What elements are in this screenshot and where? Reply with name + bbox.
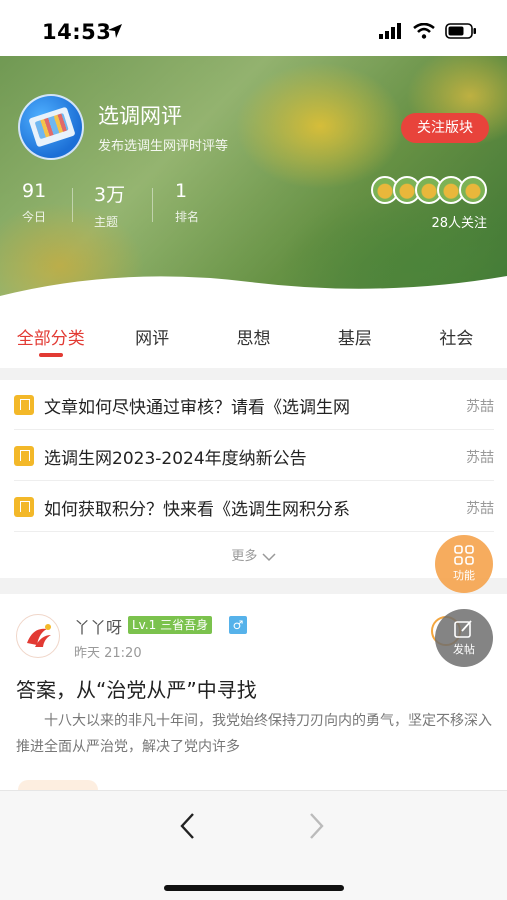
tab-label: 思想: [236, 329, 271, 349]
grid-icon: [454, 545, 474, 565]
new-post-label: 发帖: [453, 643, 475, 656]
status-bar: 14:53: [0, 0, 507, 56]
post-excerpt: 十八大以来的非凡十年间，我党始终保持刀刃向内的勇气，坚定不移深入推进全面从严治党…: [16, 713, 492, 755]
pin-icon: [14, 497, 34, 517]
tab-society[interactable]: 社会: [406, 316, 507, 368]
level-badge: Lv.1 三省吾身: [128, 616, 213, 634]
battery-icon: [445, 23, 476, 39]
bottom-nav-bar: [0, 790, 507, 900]
thread-title: 如何获取积分？快来看《选调生网积分系: [44, 500, 350, 520]
stat-label: 排名: [175, 210, 200, 224]
divider: [72, 188, 73, 222]
stat-topics: 3万 主题: [94, 180, 125, 230]
post-title[interactable]: 答案，从“治党从严”中寻找: [16, 674, 257, 703]
function-label: 功能: [453, 569, 475, 582]
stat-value: 1: [175, 180, 188, 202]
tab-label: 网评: [135, 329, 170, 349]
board-title: 选调网评: [98, 104, 182, 128]
thread-card[interactable]: 丫丫呀 Lv.1 三省吾身 ♂ 昨天 21:20 答案，从“治党从严”中寻找 十…: [0, 594, 507, 790]
board-header: 选调网评 发布选调生网评时评等 关注版块 91 今日 3万 主题 1 排名 28…: [0, 56, 507, 316]
tab-thought[interactable]: 思想: [203, 316, 304, 368]
follow-board-button[interactable]: 关注版块: [401, 113, 489, 143]
board-description: 发布选调生网评时评等: [98, 139, 229, 154]
chevron-right-icon[interactable]: [308, 811, 326, 841]
stat-value: 3万: [94, 184, 126, 206]
follower-avatars[interactable]: [371, 176, 487, 204]
tab-label: 社会: [439, 329, 474, 349]
stat-label: 今日: [22, 210, 47, 224]
edit-icon: [454, 620, 472, 638]
header-wave: [0, 276, 507, 316]
status-icons: [379, 23, 477, 39]
thread-title: 文章如何尽快通过审核？请看《选调生网: [44, 398, 350, 418]
signal-icon: [379, 23, 401, 39]
gender-icon: ♂: [229, 616, 247, 634]
pin-icon: [14, 395, 34, 415]
tab-grassroots[interactable]: 基层: [304, 316, 405, 368]
home-indicator: [164, 885, 344, 891]
wifi-icon: [413, 23, 435, 39]
status-time: 14:53: [42, 20, 112, 44]
stat-rank: 1 排名: [175, 180, 199, 225]
tab-commentary[interactable]: 网评: [101, 316, 202, 368]
tab-label: 全部分类: [16, 329, 85, 349]
divider: [152, 188, 153, 222]
follower-avatar: [459, 176, 487, 204]
category-tabs: 全部分类 网评 思想 基层 社会: [0, 316, 507, 368]
thread-author: 苏喆: [466, 501, 494, 517]
tab-label: 基层: [337, 329, 372, 349]
stat-today: 91 今日: [22, 180, 46, 225]
tab-indicator: [38, 353, 63, 357]
author-name[interactable]: 丫丫呀: [74, 614, 122, 638]
tab-all[interactable]: 全部分类: [0, 316, 101, 368]
function-button[interactable]: 功能: [435, 535, 493, 593]
pinned-thread[interactable]: 选调生网2023-2024年度纳新公告 苏喆: [14, 431, 494, 481]
author-avatar[interactable]: [16, 614, 60, 658]
more-label: 更多: [231, 549, 258, 564]
new-post-button[interactable]: 发帖: [435, 609, 493, 667]
pinned-thread[interactable]: 文章如何尽快通过审核？请看《选调生网 苏喆: [14, 380, 494, 430]
followers-count[interactable]: 28人关注: [431, 212, 487, 231]
post-time: 昨天 21:20: [74, 646, 142, 661]
pinned-thread[interactable]: 如何获取积分？快来看《选调生网积分系 苏喆: [14, 482, 494, 532]
pinned-threads: 文章如何尽快通过审核？请看《选调生网 苏喆 选调生网2023-2024年度纳新公…: [0, 380, 507, 578]
thread-title: 选调生网2023-2024年度纳新公告: [44, 449, 307, 469]
chevron-left-icon[interactable]: [178, 811, 196, 841]
board-avatar[interactable]: [18, 94, 84, 160]
pin-icon: [14, 446, 34, 466]
more-button[interactable]: 更多: [0, 545, 507, 564]
stat-value: 91: [22, 180, 47, 202]
thread-author: 苏喆: [466, 399, 494, 415]
thread-author: 苏喆: [466, 450, 494, 466]
chevron-down-icon: [262, 552, 276, 561]
author-logo-icon: [23, 621, 55, 653]
post-tag[interactable]: [18, 780, 98, 790]
stat-label: 主题: [94, 215, 119, 229]
location-arrow-icon: [108, 24, 122, 38]
